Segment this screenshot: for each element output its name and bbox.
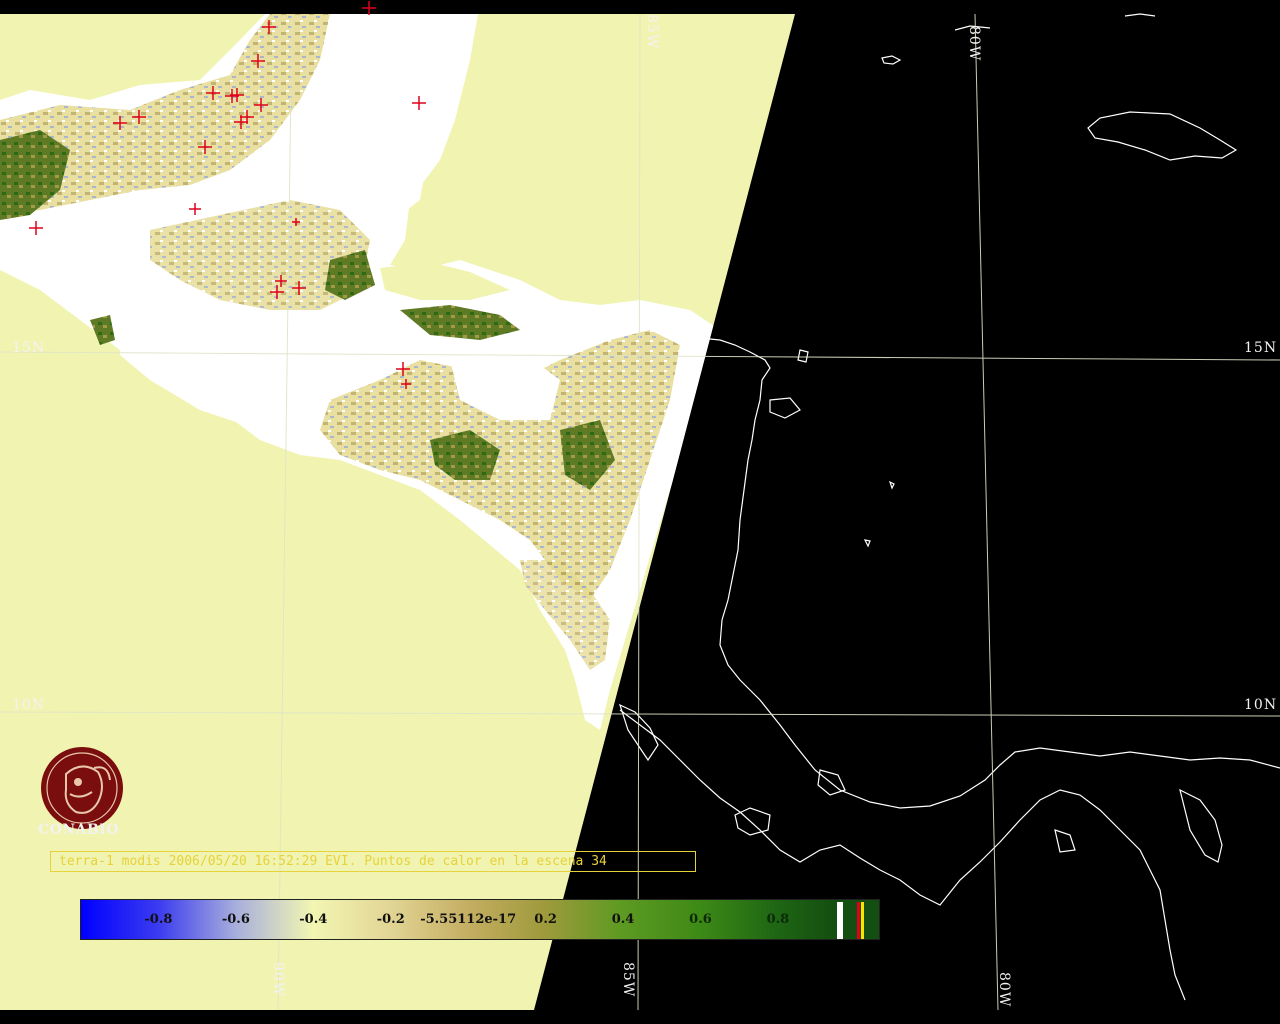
grid-label-lon-90-bottom: 90W <box>270 962 286 998</box>
grid-label-lat-15-right: 15N <box>1244 340 1278 356</box>
colorbar-flag-yellow <box>861 902 864 939</box>
grid-label-lon-85-top: 85W <box>644 14 660 50</box>
colorbar-tick-label: -5.55112e-17 <box>420 912 517 927</box>
grid-label-lon-80-top: 80W <box>966 26 982 62</box>
colorbar-flag-red <box>857 902 860 939</box>
colorbar-tick-label: 0.4 <box>611 912 635 927</box>
scene-caption: terra-1 modis 2006/05/20 16:52:29 EVI. P… <box>50 851 696 872</box>
colorbar-tick-label: 0.6 <box>689 912 712 927</box>
colorbar-tick-label: -0.8 <box>144 912 173 927</box>
evi-colorbar: -0.8 -0.6 -0.4 -0.2 -5.55112e-17 0.2 0.4 0.6 0.8 <box>80 899 880 940</box>
colorbar-tick-label: 0.8 <box>766 912 790 927</box>
satellite-map: 15N 15N 10N 10N 85W 80W 90W 85W 80W CONA… <box>0 0 1280 1024</box>
grid-label-lat-15-left: 15N <box>12 340 46 356</box>
colorbar-tick-label: -0.2 <box>376 912 405 927</box>
colorbar-tick-label: 0.2 <box>534 912 557 927</box>
conabio-logo-text: CONABIO <box>38 822 120 838</box>
colorbar-tick-label: -0.4 <box>299 912 328 927</box>
grid-label-lat-10-right: 10N <box>1244 697 1278 713</box>
colorbar-flag-white <box>837 902 843 939</box>
colorbar-tick-label: -0.6 <box>221 912 250 927</box>
grid-label-lon-80-bottom: 80W <box>996 972 1012 1008</box>
grid-label-lat-10-left: 10N <box>12 697 46 713</box>
grid-label-lon-85-bottom: 85W <box>620 962 636 998</box>
